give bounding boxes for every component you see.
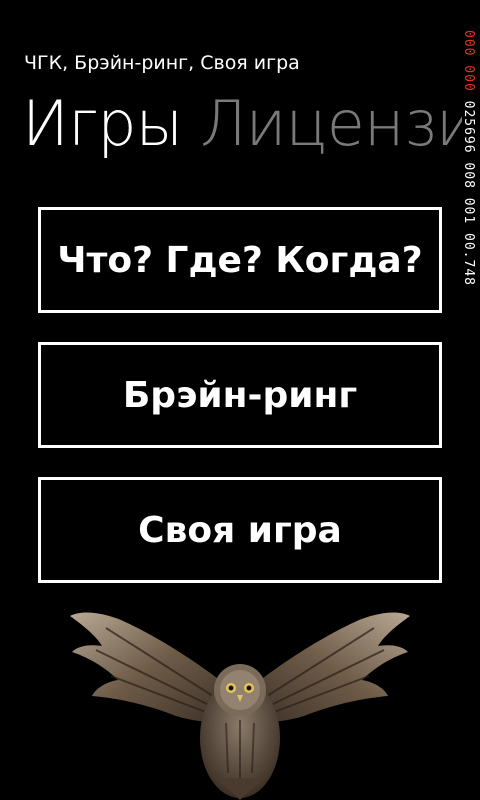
app-title: ЧГК, Брэйн-ринг, Своя игра (24, 52, 300, 74)
pivot-tab-games[interactable]: Игры (22, 87, 183, 160)
counter-white-values: 025696 008 001 00.748 (461, 100, 476, 286)
own-game-button[interactable]: Своя игра (38, 477, 442, 583)
chgk-button[interactable]: Что? Где? Когда? (38, 207, 442, 313)
pivot-header: Игры Лицензи (22, 84, 462, 164)
frame-rate-counter: 000 000 025696 008 001 00.748 (458, 30, 478, 400)
owl-icon (70, 612, 410, 800)
counter-red-values: 000 000 (461, 30, 476, 92)
pivot-tab-license[interactable]: Лицензи (200, 87, 462, 160)
brain-ring-button[interactable]: Брэйн-ринг (38, 342, 442, 448)
